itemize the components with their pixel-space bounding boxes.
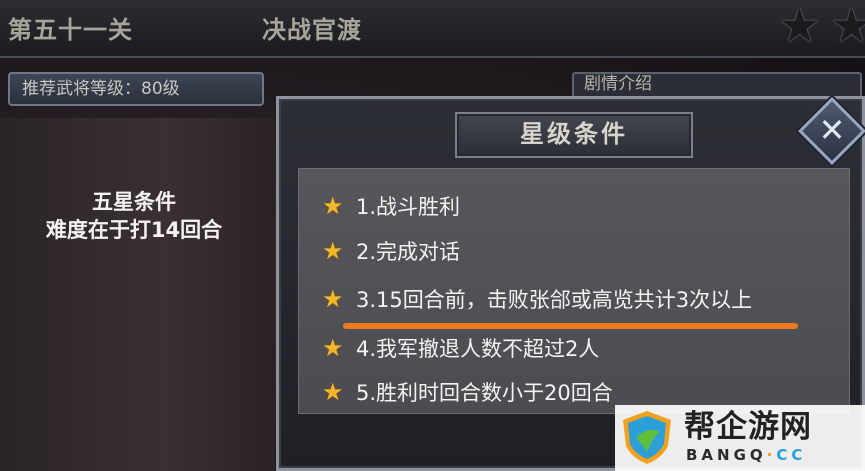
star-icon: ★ [322,192,344,220]
condition-item: ★ 1.战斗胜利 [322,188,460,224]
star-icon: ★ [322,237,344,265]
star-icon: ★ [322,334,344,362]
note-line-2: 难度在于打14回合 [45,218,223,242]
watermark-domain: BANGQ·CC [686,446,806,464]
star-icon: ★ [322,378,344,406]
watermark-domain-main: BANGQ [686,446,767,464]
close-icon[interactable]: ✕ [808,107,856,155]
shield-logo-icon [623,411,671,464]
condition-text: 1.战斗胜利 [356,195,461,219]
condition-item: ★ 2.完成对话 [322,233,460,269]
five-star-note: 五星条件 难度在于打14回合 [0,188,268,244]
star-icon: ★ [778,0,822,54]
watermark-domain-sep: · [766,446,777,464]
condition-item: ★ 3.15回合前，击败张郃或高览共计3次以上 [322,281,752,317]
star-icon: ★ [830,0,865,54]
condition-text: 4.我军撤退人数不超过2人 [356,337,600,361]
condition-text: 5.胜利时回合数小于20回合 [356,381,613,405]
stage-name: 决战官渡 [262,15,362,44]
level-title: 第五十一关 [8,15,133,44]
recommended-level-badge: 推荐武将等级：80级 [8,72,264,106]
condition-text: 2.完成对话 [356,240,461,264]
note-line-1: 五星条件 [92,190,176,214]
watermark-brand: 帮企游网 [684,409,812,445]
condition-item: ★ 4.我军撤退人数不超过2人 [322,330,599,366]
stage-preview-panel [0,118,275,471]
highlight-underline [343,323,798,329]
dialog-title: 星级条件 [455,112,693,158]
condition-item: ★ 5.胜利时回合数小于20回合 [322,374,613,410]
star-icon: ★ [322,285,344,313]
condition-text: 3.15回合前，击败张郃或高览共计3次以上 [356,288,753,312]
watermark-domain-tld: CC [776,446,807,464]
